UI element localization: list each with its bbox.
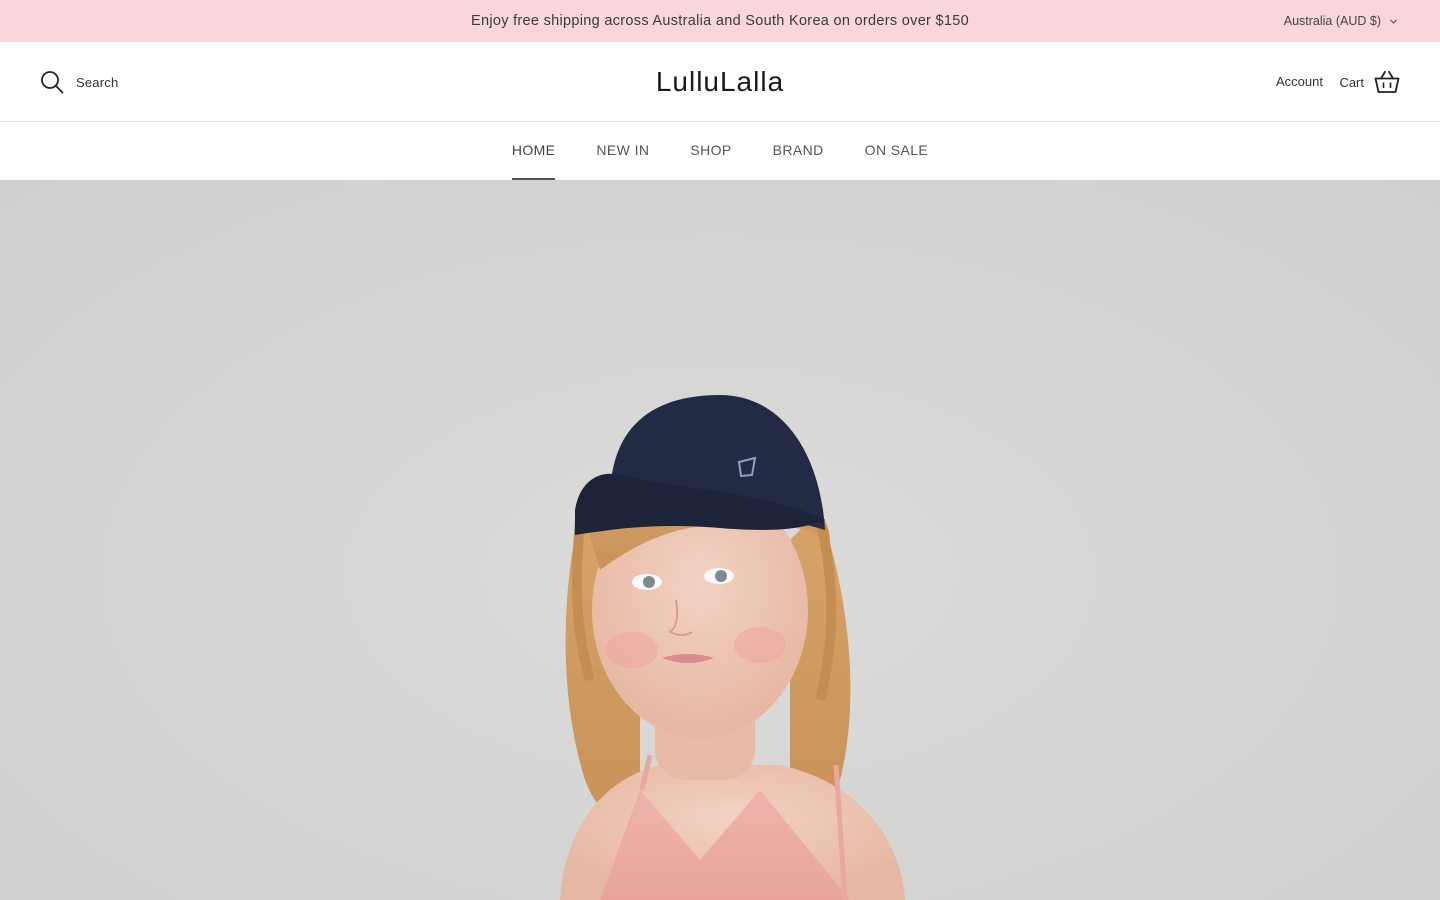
announcement-text: Enjoy free shipping across Australia and…: [471, 13, 969, 29]
nav-item-brand[interactable]: BRAND: [773, 122, 824, 180]
nav-item-shop[interactable]: SHOP: [690, 122, 731, 180]
hero-image: [560, 395, 905, 900]
nav-item-new-in[interactable]: NEW IN: [596, 122, 649, 180]
announcement-bar: Enjoy free shipping across Australia and…: [0, 0, 1440, 42]
nav-item-on-sale[interactable]: ON SALE: [865, 122, 929, 180]
currency-selector[interactable]: Australia (AUD $): [1284, 0, 1398, 42]
account-link[interactable]: Account: [1276, 70, 1323, 94]
currency-label: Australia (AUD $): [1283, 14, 1381, 28]
logo: LulluLalla: [0, 62, 1440, 102]
hero-banner[interactable]: [0, 180, 1440, 900]
site-header: Search LulluLalla Account Cart: [0, 42, 1440, 122]
main-nav: HOME NEW IN SHOP BRAND ON SALE: [0, 122, 1440, 180]
logo-link[interactable]: LulluLalla: [656, 66, 784, 97]
cart-button[interactable]: Cart: [1339, 70, 1400, 94]
nav-item-home[interactable]: HOME: [511, 122, 556, 180]
cart-label: Cart: [1339, 74, 1364, 90]
chevron-down-icon: [1389, 18, 1398, 24]
basket-icon: [1374, 70, 1400, 93]
